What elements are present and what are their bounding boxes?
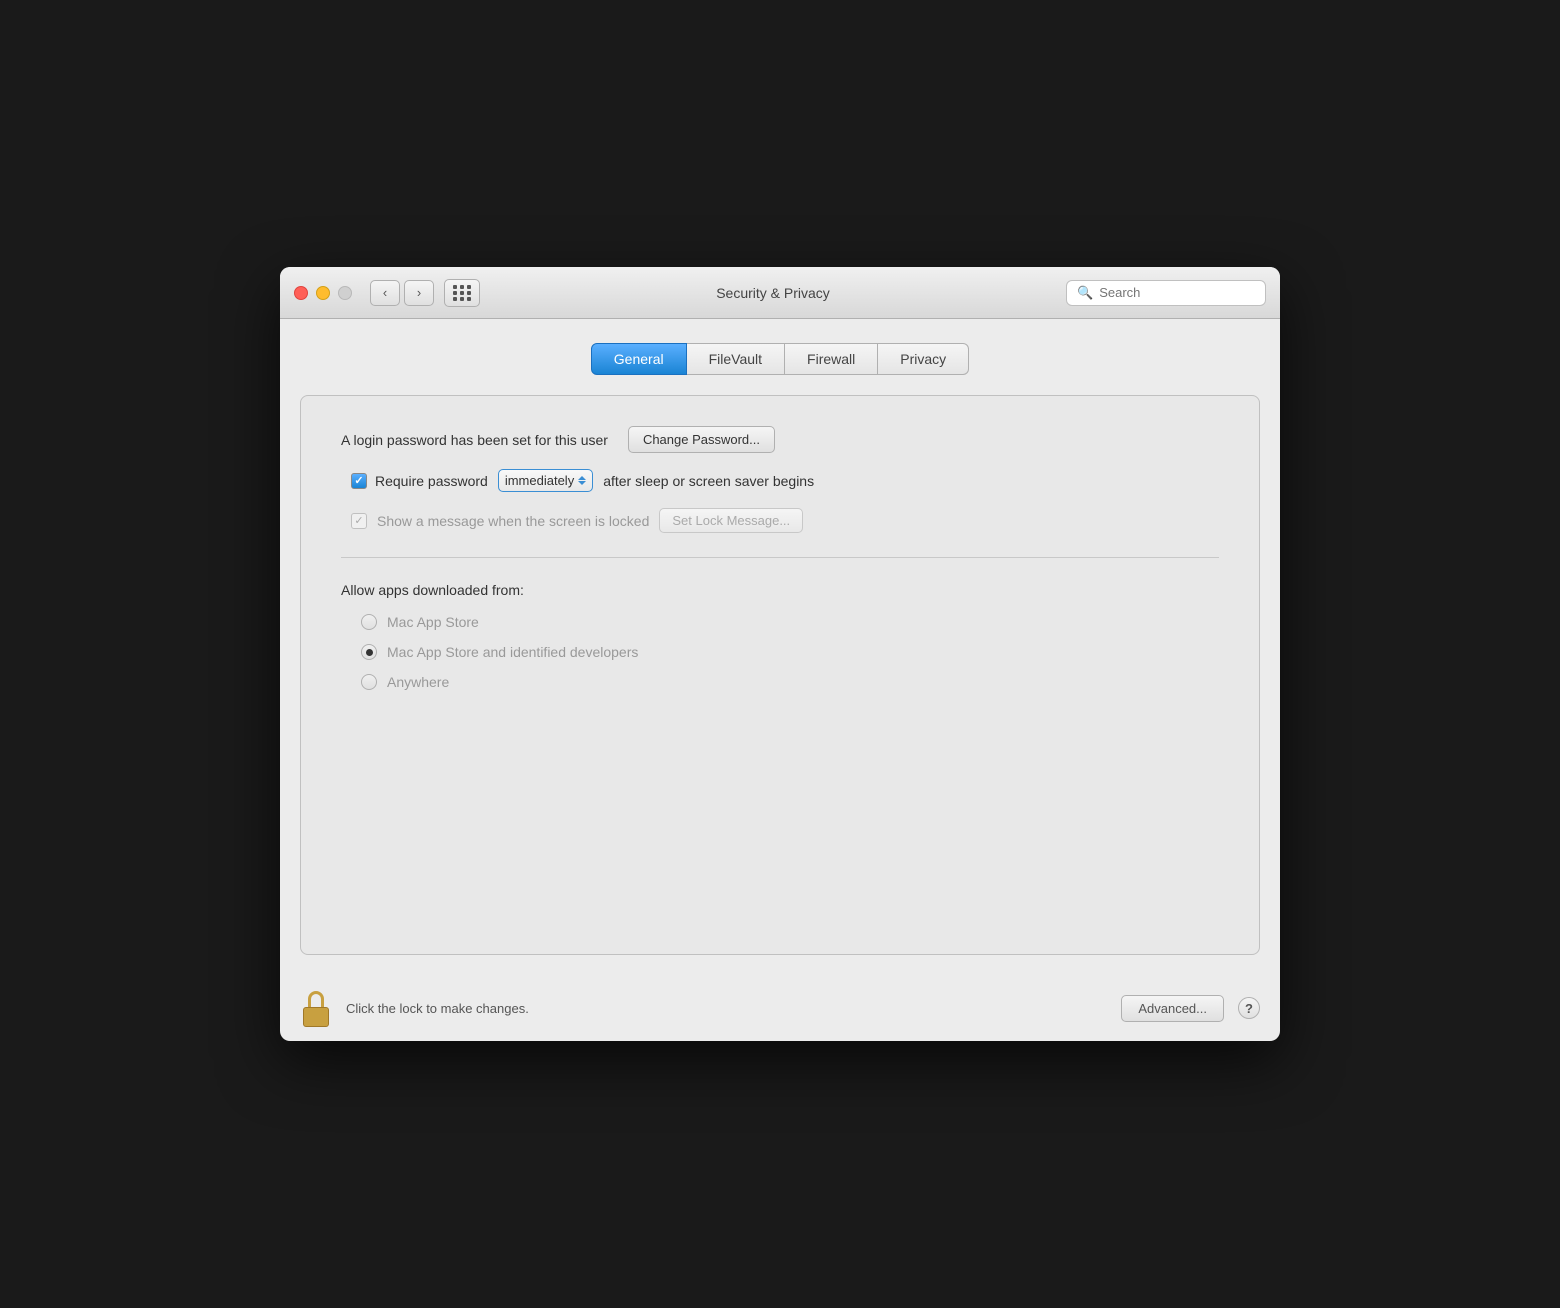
search-bar[interactable]: 🔍 xyxy=(1066,280,1266,306)
grid-icon xyxy=(453,285,472,301)
close-button[interactable] xyxy=(294,286,308,300)
apps-section: Allow apps downloaded from: Mac App Stor… xyxy=(341,558,1219,690)
immediately-dropdown[interactable]: immediately xyxy=(498,469,593,492)
main-window: ‹ › Security & Privacy 🔍 General FileVau… xyxy=(280,267,1280,1041)
require-password-checkbox[interactable] xyxy=(351,473,367,489)
radio-label-mac-app-store: Mac App Store xyxy=(387,614,479,630)
radio-mac-app-store-developers[interactable] xyxy=(361,644,377,660)
titlebar: ‹ › Security & Privacy 🔍 xyxy=(280,267,1280,319)
password-set-label: A login password has been set for this u… xyxy=(341,432,608,448)
search-input[interactable] xyxy=(1099,285,1255,300)
tab-filevault[interactable]: FileVault xyxy=(687,343,785,375)
tab-general[interactable]: General xyxy=(591,343,687,375)
radio-item-anywhere: Anywhere xyxy=(361,674,1219,690)
password-row1: A login password has been set for this u… xyxy=(341,426,1219,453)
after-sleep-label: after sleep or screen saver begins xyxy=(603,473,814,489)
back-button[interactable]: ‹ xyxy=(370,280,400,306)
lock-shackle xyxy=(308,991,324,1007)
radio-item-mac-app-store-developers: Mac App Store and identified developers xyxy=(361,644,1219,660)
traffic-lights xyxy=(294,286,352,300)
minimize-button[interactable] xyxy=(316,286,330,300)
lock-icon[interactable] xyxy=(300,989,332,1027)
lock-label: Click the lock to make changes. xyxy=(346,1001,1107,1016)
dropdown-value: immediately xyxy=(505,473,574,488)
advanced-button[interactable]: Advanced... xyxy=(1121,995,1224,1022)
password-row3: Show a message when the screen is locked… xyxy=(341,508,1219,533)
lock-body xyxy=(303,1007,329,1027)
allow-apps-title: Allow apps downloaded from: xyxy=(341,582,1219,598)
nav-buttons: ‹ › xyxy=(370,280,434,306)
grid-button[interactable] xyxy=(444,279,480,307)
window-title: Security & Privacy xyxy=(490,285,1056,301)
content-area: General FileVault Firewall Privacy A log… xyxy=(280,319,1280,975)
password-section: A login password has been set for this u… xyxy=(341,426,1219,558)
dropdown-arrow-icon xyxy=(578,476,586,485)
search-icon: 🔍 xyxy=(1077,285,1093,301)
radio-group: Mac App Store Mac App Store and identifi… xyxy=(341,614,1219,690)
radio-item-mac-app-store: Mac App Store xyxy=(361,614,1219,630)
forward-button[interactable]: › xyxy=(404,280,434,306)
maximize-button[interactable] xyxy=(338,286,352,300)
show-message-checkbox[interactable] xyxy=(351,513,367,529)
settings-panel: A login password has been set for this u… xyxy=(300,395,1260,955)
radio-mac-app-store[interactable] xyxy=(361,614,377,630)
tab-firewall[interactable]: Firewall xyxy=(785,343,878,375)
tab-bar: General FileVault Firewall Privacy xyxy=(300,343,1260,375)
radio-anywhere[interactable] xyxy=(361,674,377,690)
set-lock-message-button[interactable]: Set Lock Message... xyxy=(659,508,803,533)
radio-label-anywhere: Anywhere xyxy=(387,674,449,690)
bottom-bar: Click the lock to make changes. Advanced… xyxy=(280,975,1280,1041)
radio-label-mac-app-store-developers: Mac App Store and identified developers xyxy=(387,644,638,660)
require-password-label: Require password xyxy=(375,473,488,489)
change-password-button[interactable]: Change Password... xyxy=(628,426,775,453)
require-password-checkbox-wrapper: Require password xyxy=(351,473,488,489)
help-button[interactable]: ? xyxy=(1238,997,1260,1019)
password-row2: Require password immediately after sleep… xyxy=(341,469,1219,492)
show-message-label: Show a message when the screen is locked xyxy=(377,513,649,529)
tab-privacy[interactable]: Privacy xyxy=(878,343,969,375)
